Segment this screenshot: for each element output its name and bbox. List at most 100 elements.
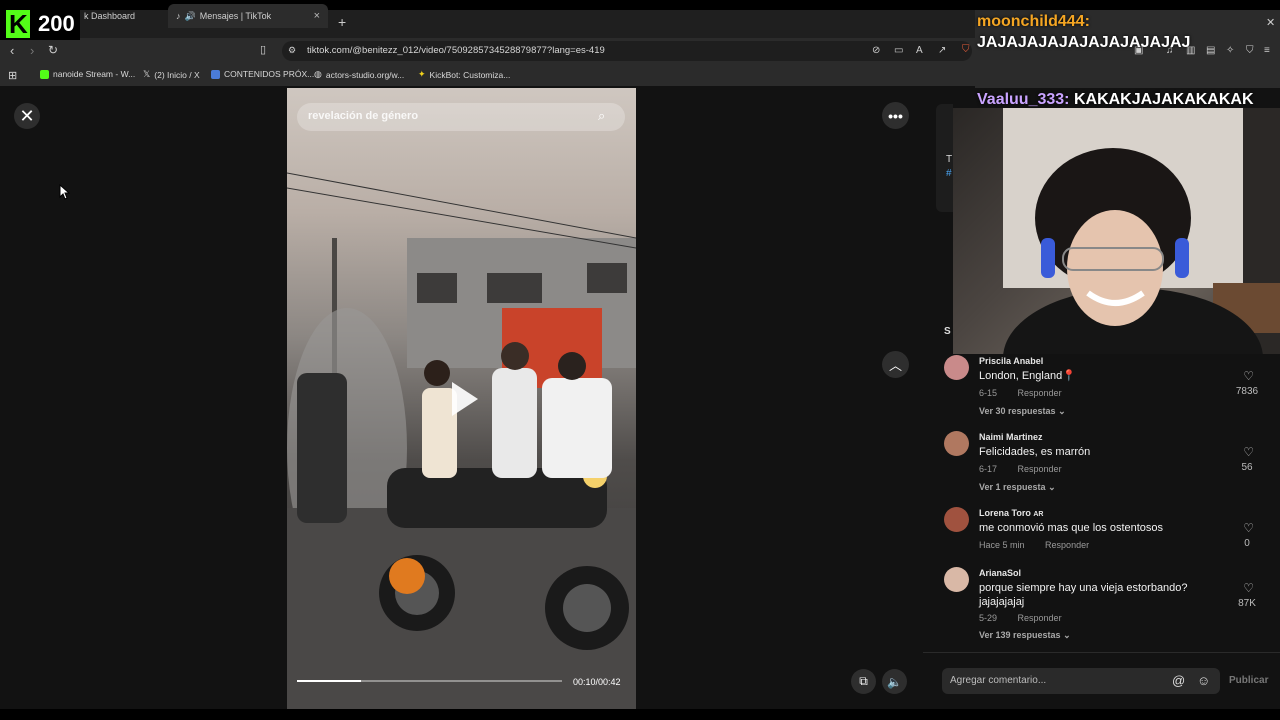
reply-button[interactable]: Responder xyxy=(1018,388,1062,398)
bookmark-icon[interactable]: ▯ xyxy=(260,43,266,56)
reload-icon[interactable]: ↻ xyxy=(48,43,58,57)
chevron-down-icon: ⌄ xyxy=(1063,630,1071,640)
reply-button[interactable]: Responder xyxy=(1018,464,1062,474)
volume-button[interactable]: 🔈 xyxy=(882,669,907,694)
comment-text: Felicidades, es marrón xyxy=(979,446,1091,458)
search-text: revelación de género xyxy=(308,110,419,122)
picture-in-picture-button[interactable]: ⧉ xyxy=(851,669,876,694)
close-icon: ✕ xyxy=(19,105,35,126)
no-tracking-icon[interactable]: ⊘ xyxy=(872,45,880,56)
chat-message: Vaaluu_333: KAKAKJAJAKAKAKAK xyxy=(977,91,1277,109)
comment-author-row: Lorena Toro AR xyxy=(979,508,1043,518)
chevron-down-icon: ⌄ xyxy=(1048,482,1056,492)
comment-divider xyxy=(923,652,1280,653)
like-count: 0 xyxy=(1244,538,1250,549)
video-time: 00:10/00:42 xyxy=(573,677,621,687)
comment-item: Lorena Toro AR me conmovió mas que los o… xyxy=(944,507,1264,553)
bookmark-label: actors-studio.org/w... xyxy=(325,69,405,80)
view-replies-button[interactable]: Ver 1 respuesta ⌄ xyxy=(979,482,1056,493)
bookmark-label: (2) Inicio / X xyxy=(154,69,200,80)
play-icon[interactable] xyxy=(442,378,484,420)
comment-date: 6-15 xyxy=(979,388,998,398)
chat-username: moonchild444: xyxy=(977,13,1090,30)
emoji-icon[interactable]: ☺ xyxy=(1197,673,1210,688)
bookmark-item[interactable]: CONTENIDOS PRÓX... xyxy=(211,69,314,79)
bookmark-item[interactable]: 𝕏 (2) Inicio / X xyxy=(143,69,200,80)
view-replies-label: Ver 139 respuestas xyxy=(979,630,1061,640)
like-heart-icon[interactable]: ♡ xyxy=(1243,369,1254,383)
chevron-down-icon: ⌄ xyxy=(1058,406,1066,416)
translate-icon[interactable]: A xyxy=(916,45,923,56)
forward-icon[interactable]: › xyxy=(30,43,34,58)
mention-icon[interactable]: @ xyxy=(1172,673,1185,688)
tab-label: k Dashboard xyxy=(84,11,136,21)
x-icon: 𝕏 xyxy=(143,69,151,79)
bookmark-item[interactable]: nanoide Stream - W... xyxy=(40,69,135,79)
comment-author[interactable]: Lorena Toro xyxy=(979,508,1031,518)
chat-text: JAJAJAJAJAJAJAJAJAJAJ xyxy=(977,34,1191,51)
pip-icon: ⧉ xyxy=(859,674,868,688)
volume-icon: 🔈 xyxy=(887,674,902,689)
avatar[interactable] xyxy=(944,431,969,456)
webcam-scene xyxy=(1003,108,1280,354)
reply-button[interactable]: Responder xyxy=(1045,540,1089,550)
view-replies-button[interactable]: Ver 139 respuestas ⌄ xyxy=(979,630,1071,641)
avatar[interactable] xyxy=(944,567,969,592)
view-replies-button[interactable]: Ver 30 respuestas ⌄ xyxy=(979,406,1066,417)
share-icon[interactable]: ↗ xyxy=(938,45,946,56)
mouse-cursor-icon xyxy=(59,184,70,200)
comment-meta: 5-29 Responder xyxy=(979,613,1062,623)
bookmark-label: nanoide Stream - W... xyxy=(53,69,136,79)
site-info-icon[interactable]: ⚙ xyxy=(288,45,296,56)
previous-video-button[interactable]: ︿ xyxy=(882,351,909,378)
bookmark-label: CONTENIDOS PRÓX... xyxy=(224,69,315,79)
comment-author[interactable]: Priscila Anabel xyxy=(979,356,1043,366)
close-tab-icon[interactable]: × xyxy=(314,10,320,22)
apps-grid-icon[interactable]: ⊞ xyxy=(8,69,17,82)
comment-item: ArianaSol porque siempre hay una vieja e… xyxy=(944,567,1264,643)
viewer-count: 200 xyxy=(38,11,75,36)
bookmark-item[interactable]: ✦ KickBot: Customiza... xyxy=(418,69,510,80)
partial-section-label: S xyxy=(944,326,951,337)
tab-label: Mensajes | TikTok xyxy=(199,11,272,21)
view-replies-label: Ver 30 respuestas xyxy=(979,406,1056,416)
chat-text: KAKAKJAJAKAKAKAK xyxy=(1073,91,1254,108)
like-heart-icon[interactable]: ♡ xyxy=(1243,445,1254,459)
comment-text: London, England📍 xyxy=(979,370,1076,382)
search-icon[interactable]: ⌕ xyxy=(598,108,605,124)
like-count: 56 xyxy=(1241,462,1253,473)
comment-author[interactable]: Naimi Martinez xyxy=(979,432,1043,442)
comment-item: Naimi Martinez Felicidades, es marrón 6-… xyxy=(944,431,1264,493)
docs-icon xyxy=(211,69,220,79)
bookmark-label: KickBot: Customiza... xyxy=(429,69,511,80)
bookmark-item[interactable]: ◍ actors-studio.org/w... xyxy=(314,69,404,80)
new-tab-button[interactable]: + xyxy=(338,14,346,30)
reply-button[interactable]: Responder xyxy=(1018,613,1062,623)
comment-text: me conmovió mas que los ostentosos xyxy=(979,522,1164,534)
globe-icon: ◍ xyxy=(314,69,322,79)
comment-date: 5-29 xyxy=(979,613,998,623)
back-icon[interactable]: ‹ xyxy=(10,43,14,58)
kickbot-icon: ✦ xyxy=(418,69,426,79)
publish-button[interactable]: Publicar xyxy=(1229,675,1268,686)
chat-username: Vaaluu_333: xyxy=(977,91,1070,108)
comment-author[interactable]: ArianaSol xyxy=(979,568,1021,578)
more-options-button[interactable]: ••• xyxy=(882,102,909,129)
avatar[interactable] xyxy=(944,507,969,532)
like-heart-icon[interactable]: ♡ xyxy=(1243,521,1254,535)
partial-text: T xyxy=(946,154,953,165)
like-count: 7836 xyxy=(1235,386,1259,397)
like-heart-icon[interactable]: ♡ xyxy=(1243,581,1254,595)
tab-tiktok-messages[interactable]: ♪ 🔊 Mensajes | TikTok × xyxy=(168,4,328,28)
url-text: tiktok.com/@benitezz_012/video/750928573… xyxy=(307,45,605,56)
partial-hashtag: # xyxy=(946,168,952,179)
tab-dashboard[interactable]: k Dashboard xyxy=(80,4,168,28)
comment-placeholder: Agregar comentario... xyxy=(950,675,1047,686)
comment-meta: 6-17 Responder xyxy=(979,464,1062,474)
close-video-button[interactable]: ✕ xyxy=(14,103,40,129)
kick-icon xyxy=(40,69,49,79)
view-replies-label: Ver 1 respuesta xyxy=(979,482,1046,492)
cast-icon[interactable]: ▭ xyxy=(894,45,903,56)
avatar[interactable] xyxy=(944,355,969,380)
brave-shield-icon[interactable]: ⛉ xyxy=(962,44,970,55)
